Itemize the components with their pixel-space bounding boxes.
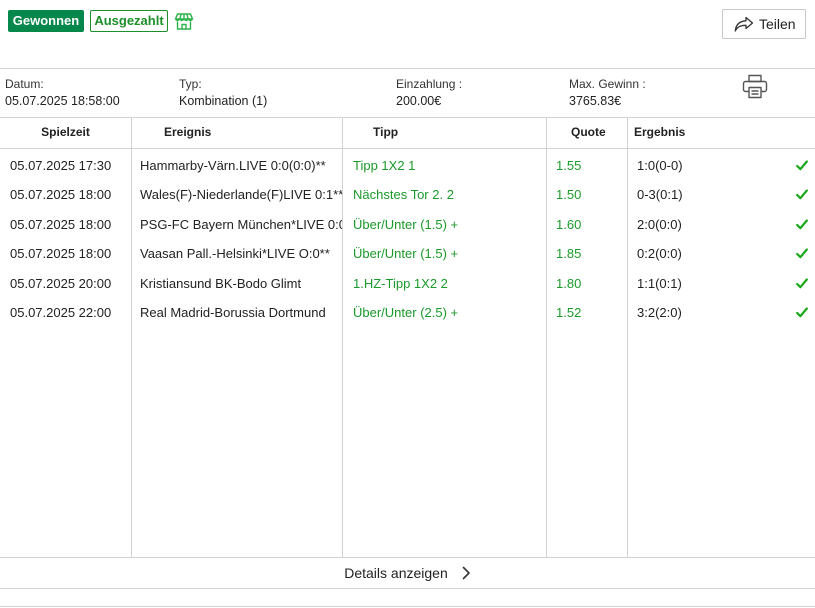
check-icon xyxy=(796,219,808,230)
max-win-value: 3765.83€ xyxy=(569,94,622,108)
stake-label: Einzahlung : xyxy=(396,77,463,91)
share-button[interactable]: Teilen xyxy=(722,9,806,39)
cell-time: 05.07.2025 18:00 xyxy=(10,216,112,232)
cell-tip: 1.HZ-Tipp 1X2 2 xyxy=(353,275,448,291)
divider xyxy=(0,588,815,589)
store-icon xyxy=(174,13,194,30)
cell-time: 05.07.2025 17:30 xyxy=(10,158,112,173)
cell-event: Real Madrid-Borussia Dortmund xyxy=(140,305,326,320)
column-header-result: Ergebnis xyxy=(634,125,686,139)
check-icon xyxy=(796,307,808,318)
cell-tip: Über/Unter (1.5) + xyxy=(353,246,459,262)
column-header-time: Spielzeit xyxy=(41,125,90,139)
status-badge-won: Gewonnen xyxy=(8,10,84,32)
check-icon xyxy=(796,248,808,259)
cell-result: 0-3(0:1) xyxy=(637,187,683,203)
details-label: Details anzeigen xyxy=(344,565,448,581)
check-icon xyxy=(796,160,808,171)
cell-event: Hammarby-Värn.LIVE 0:0(0:0)** xyxy=(140,158,326,173)
divider xyxy=(0,68,815,69)
type-label: Typ: xyxy=(179,77,202,91)
cell-odds: 1.80 xyxy=(556,275,582,291)
share-icon xyxy=(734,16,754,32)
table-row: 05.07.2025 22:00 Real Madrid-Borussia Dor… xyxy=(0,298,815,327)
table-row: 05.07.2025 20:00 Kristiansund BK-Bodo Gli… xyxy=(0,269,815,298)
cell-event: Vaasan Pall.-Helsinki*LIVE O:0** xyxy=(140,246,330,262)
table-row: 05.07.2025 17:30 Hammarby-Värn.LIVE 0:0(0… xyxy=(0,151,815,180)
type-value: Kombination (1) xyxy=(179,94,268,108)
cell-result: 1:0(0-0) xyxy=(637,158,683,173)
column-header-odds: Quote xyxy=(571,125,606,139)
cell-odds: 1.60 xyxy=(556,216,582,232)
share-label: Teilen xyxy=(759,16,796,32)
column-header-tip: Tipp xyxy=(373,125,399,139)
column-header-event: Ereignis xyxy=(164,125,212,139)
table-row: 05.07.2025 18:00 Vaasan Pall.-Helsinki*LI… xyxy=(0,239,815,268)
stake-value: 200.00€ xyxy=(396,94,442,108)
table-row: 05.07.2025 18:00 Wales(F)-Niederlande(F)L… xyxy=(0,180,815,209)
cell-odds: 1.85 xyxy=(556,246,582,262)
cell-time: 05.07.2025 20:00 xyxy=(10,275,112,291)
cell-tip: Tipp 1X2 1 xyxy=(353,158,416,173)
cell-event: Wales(F)-Niederlande(F)LIVE 0:1** xyxy=(140,187,342,203)
printer-icon[interactable] xyxy=(742,74,768,99)
cell-tip: Über/Unter (1.5) + xyxy=(353,216,459,232)
date-label: Datum: xyxy=(5,77,44,91)
cell-event: PSG-FC Bayern München*LIVE 0:0 xyxy=(140,216,342,232)
cell-odds: 1.52 xyxy=(556,305,582,320)
cell-tip: Über/Unter (2.5) + xyxy=(353,305,459,320)
cell-time: 05.07.2025 18:00 xyxy=(10,187,112,203)
divider xyxy=(0,148,815,149)
check-icon xyxy=(796,189,808,200)
max-win-label: Max. Gewinn : xyxy=(569,77,646,91)
cell-result: 0:2(0:0) xyxy=(637,246,682,262)
cell-tip: Nächstes Tor 2. 2 xyxy=(353,187,454,203)
details-link[interactable]: Details anzeigen xyxy=(0,558,815,588)
divider xyxy=(0,117,815,118)
cell-event: Kristiansund BK-Bodo Glimt xyxy=(140,275,302,291)
status-badge-paid: Ausgezahlt xyxy=(90,10,168,32)
bet-table-body: 05.07.2025 17:30 Hammarby-Värn.LIVE 0:0(0… xyxy=(0,151,815,551)
cell-time: 05.07.2025 22:00 xyxy=(10,305,112,320)
cell-result: 3:2(2:0) xyxy=(637,305,682,320)
chevron-right-icon xyxy=(462,566,470,580)
date-value: 05.07.2025 18:58:00 xyxy=(5,94,120,108)
cell-time: 05.07.2025 18:00 xyxy=(10,246,112,262)
table-row: 05.07.2025 18:00 PSG-FC Bayern München*LI… xyxy=(0,210,815,239)
divider xyxy=(0,606,815,607)
cell-odds: 1.55 xyxy=(556,158,582,173)
cell-result: 1:1(0:1) xyxy=(637,275,682,291)
cell-result: 2:0(0:0) xyxy=(637,216,682,232)
cell-odds: 1.50 xyxy=(556,187,582,203)
check-icon xyxy=(796,277,808,288)
